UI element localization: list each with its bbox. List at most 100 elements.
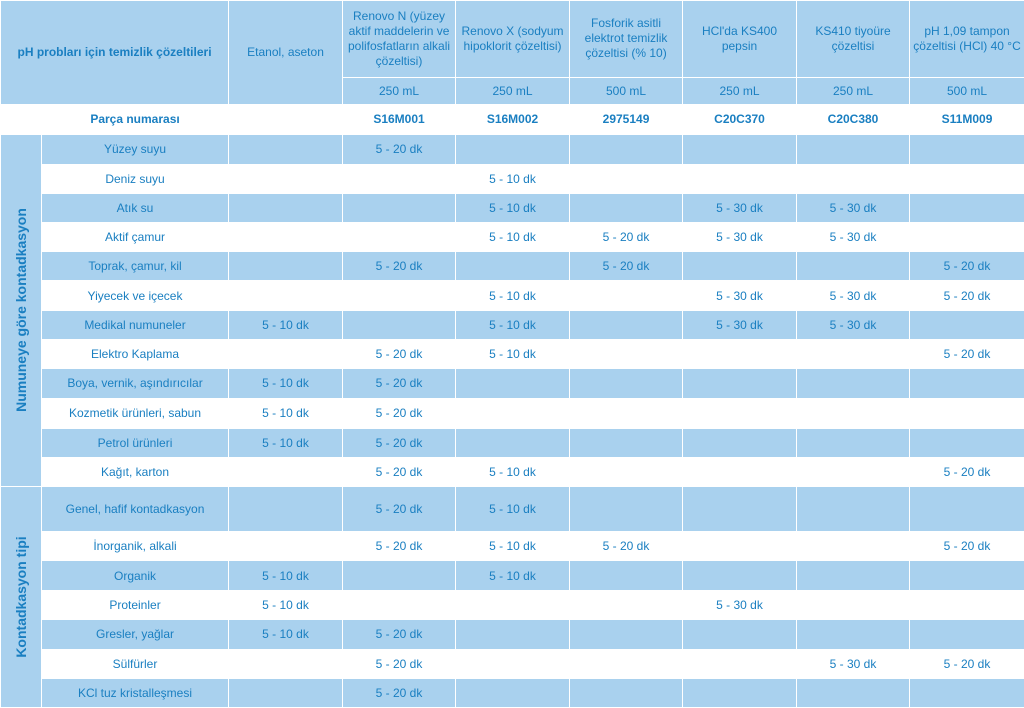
duration-cell <box>569 163 684 195</box>
group-label-cell: Kontadkasyon tipi <box>0 485 42 708</box>
duration-cell <box>796 427 911 458</box>
table-row: Sülfürler 5 - 20 dk 5 - 30 dk 5 - 20 dk <box>1 648 1024 679</box>
duration-cell <box>569 397 684 429</box>
duration-cell: 5 - 20 dk <box>909 456 1024 487</box>
duration-cell: 5 - 10 dk <box>228 397 344 429</box>
table-row: Yiyecek ve içecek 5 - 10 dk 5 - 30 dk 5 - 3… <box>1 280 1024 312</box>
column-header: Etanol, aseton <box>228 0 344 105</box>
duration-cell: 5 - 10 dk <box>228 560 344 591</box>
duration-cell <box>569 648 684 679</box>
table-row: Numuneye göre kontadkasyon Yüzey suyu 5 - … <box>0 133 1024 487</box>
table-row: Proteinler 5 - 10 dk 5 - 30 dk <box>1 589 1024 620</box>
row-label: İnorganik, alkali <box>40 531 230 562</box>
duration-cell: 5 - 20 dk <box>342 677 457 708</box>
duration-cell <box>796 397 911 429</box>
duration-cell: 5 - 20 dk <box>342 133 457 165</box>
column-header: pH 1,09 tampon çözeltisi (HCl) 40 °C <box>909 0 1024 78</box>
duration-cell: 5 - 20 dk <box>569 222 684 253</box>
table-row: Organik 5 - 10 dk 5 - 10 dk <box>1 560 1024 591</box>
duration-cell <box>228 339 344 370</box>
header-row: pH probları için temizlik çözeltileri Eta… <box>0 0 1024 105</box>
duration-cell: 5 - 10 dk <box>228 618 344 650</box>
duration-cell <box>682 397 798 429</box>
table-title: pH probları için temizlik çözeltileri <box>0 0 230 105</box>
duration-cell <box>569 339 684 370</box>
duration-cell <box>342 310 457 341</box>
duration-cell <box>569 677 684 708</box>
table-row: Kağıt, karton 5 - 20 dk 5 - 10 dk 5 - 20 dk <box>1 456 1024 487</box>
duration-cell <box>342 280 457 312</box>
duration-cell <box>909 368 1024 399</box>
duration-cell <box>455 133 571 165</box>
table-row: Medikal numuneler 5 - 10 dk 5 - 10 dk 5 - 3… <box>1 310 1024 341</box>
duration-cell: 5 - 10 dk <box>455 456 571 487</box>
volume-cell: 250 mL <box>682 76 798 105</box>
duration-cell <box>455 397 571 429</box>
duration-cell: 5 - 20 dk <box>909 648 1024 679</box>
table-row: Kontadkasyon tipi Genel, hafif kontadkasy… <box>0 485 1024 708</box>
duration-cell <box>342 193 457 224</box>
corner-spacer <box>0 103 42 135</box>
duration-cell <box>682 339 798 370</box>
duration-cell <box>796 339 911 370</box>
duration-cell <box>569 560 684 591</box>
duration-cell: 5 - 10 dk <box>228 368 344 399</box>
table-row: Toprak, çamur, kil 5 - 20 dk 5 - 20 dk 5 - … <box>1 251 1024 282</box>
table-row: Kozmetik ürünleri, sabun 5 - 10 dk 5 - 20 … <box>1 397 1024 429</box>
duration-cell: 5 - 30 dk <box>682 280 798 312</box>
row-label: Atık su <box>40 193 230 224</box>
duration-cell: 5 - 10 dk <box>455 485 571 533</box>
duration-cell: 5 - 20 dk <box>909 531 1024 562</box>
duration-cell <box>342 560 457 591</box>
duration-cell: 5 - 10 dk <box>455 280 571 312</box>
duration-cell <box>455 427 571 458</box>
duration-cell <box>342 589 457 620</box>
duration-cell: 5 - 20 dk <box>569 251 684 282</box>
duration-cell: 5 - 20 dk <box>342 427 457 458</box>
duration-cell <box>228 163 344 195</box>
column-header: Renovo N (yüzey aktif maddelerin ve poli… <box>342 0 457 78</box>
duration-cell <box>569 456 684 487</box>
row-label: Kağıt, karton <box>40 456 230 487</box>
column-header: KS410 tiyoüre çözeltisi <box>796 0 911 78</box>
duration-cell <box>909 193 1024 224</box>
table-row: Boya, vernik, aşındırıcılar 5 - 10 dk 5 - … <box>1 368 1024 399</box>
part-number-row: Parça numarası S16M001 S16M002 2975149 C20C3… <box>0 103 1024 135</box>
duration-cell: 5 - 30 dk <box>796 310 911 341</box>
duration-cell <box>342 222 457 253</box>
duration-cell <box>228 485 344 533</box>
row-label: Deniz suyu <box>40 163 230 195</box>
duration-cell: 5 - 20 dk <box>342 456 457 487</box>
duration-cell <box>569 310 684 341</box>
row-label: Sülfürler <box>40 648 230 679</box>
volume-cell: 250 mL <box>796 76 911 105</box>
duration-cell: 5 - 30 dk <box>796 280 911 312</box>
duration-cell <box>796 163 911 195</box>
duration-cell <box>455 251 571 282</box>
volume-cell: 500 mL <box>909 76 1024 105</box>
duration-cell <box>228 133 344 165</box>
duration-cell <box>569 280 684 312</box>
duration-cell: 5 - 20 dk <box>909 251 1024 282</box>
duration-cell <box>796 531 911 562</box>
volume-cell: 250 mL <box>455 76 571 105</box>
table-row: Gresler, yağlar 5 - 10 dk 5 - 20 dk <box>1 618 1024 650</box>
duration-cell: 5 - 10 dk <box>455 560 571 591</box>
duration-cell: 5 - 10 dk <box>455 531 571 562</box>
volume-cell: 500 mL <box>569 76 684 105</box>
row-label: Aktif çamur <box>40 222 230 253</box>
duration-cell <box>682 427 798 458</box>
duration-cell <box>682 648 798 679</box>
column-header: HCl'da KS400 pepsin <box>682 0 798 78</box>
duration-cell <box>909 589 1024 620</box>
duration-cell <box>796 251 911 282</box>
duration-cell <box>455 589 571 620</box>
duration-cell <box>682 531 798 562</box>
duration-cell <box>909 677 1024 708</box>
duration-cell: 5 - 20 dk <box>909 339 1024 370</box>
duration-cell <box>909 560 1024 591</box>
duration-cell <box>455 368 571 399</box>
duration-cell: 5 - 20 dk <box>342 618 457 650</box>
duration-cell <box>569 485 684 533</box>
duration-cell: 5 - 20 dk <box>342 339 457 370</box>
